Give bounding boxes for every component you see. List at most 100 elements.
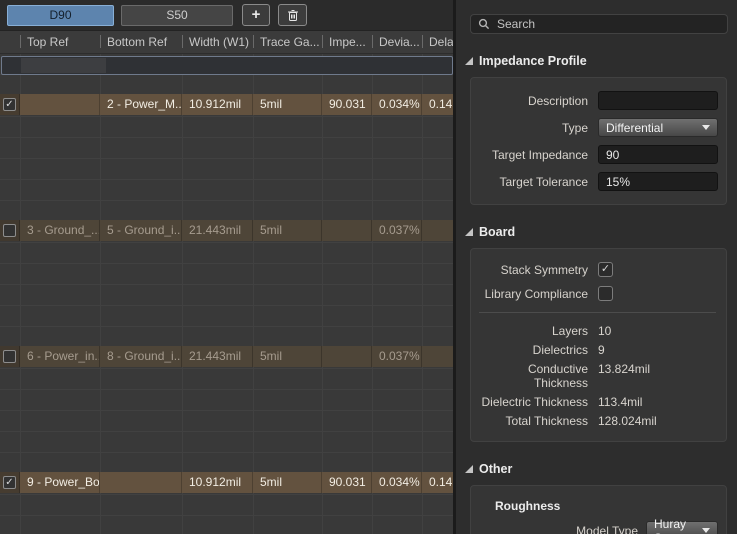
stack-symmetry-checkbox[interactable]: ✓ bbox=[598, 262, 613, 277]
header-deviation[interactable]: Devia... bbox=[372, 31, 422, 53]
target-impedance-label: Target Impedance bbox=[477, 148, 588, 162]
tab-d90[interactable]: D90 bbox=[7, 5, 114, 26]
dielectrics-value: 9 bbox=[598, 343, 718, 357]
column-divider bbox=[20, 54, 21, 534]
section-impedance-profile[interactable]: Impedance Profile bbox=[465, 54, 737, 68]
roughness-subheader: Roughness bbox=[477, 499, 718, 513]
other-group: Roughness Model Type Huray Sn Surface Ro… bbox=[470, 485, 727, 534]
cell-delay: 0.145 bbox=[422, 94, 455, 115]
cell-width: 21.443mil bbox=[182, 220, 253, 241]
row-checkbox[interactable] bbox=[3, 224, 16, 237]
divider bbox=[479, 312, 716, 313]
type-label: Type bbox=[477, 121, 588, 135]
cell-trace-gap: 5mil bbox=[253, 220, 322, 241]
library-compliance-checkbox[interactable] bbox=[598, 286, 613, 301]
header-delay[interactable]: Delay bbox=[422, 31, 455, 53]
type-dropdown[interactable]: Differential bbox=[598, 118, 718, 137]
table-row[interactable]: ✓ 9 - Power_Bot 10.912mil 5mil 90.031 0.… bbox=[0, 472, 455, 493]
filter-row-input[interactable] bbox=[1, 56, 453, 75]
conductive-thickness-label: Conductive Thickness bbox=[477, 362, 588, 390]
dielectric-thickness-value: 113.4mil bbox=[598, 395, 718, 409]
header-checkbox-col bbox=[0, 31, 20, 53]
cell-width: 10.912mil bbox=[182, 94, 253, 115]
row-checkbox[interactable]: ✓ bbox=[3, 476, 16, 489]
cell-delay: 0.145 bbox=[422, 472, 455, 493]
library-compliance-label: Library Compliance bbox=[477, 287, 588, 301]
search-box[interactable] bbox=[470, 14, 728, 34]
row-checkbox[interactable]: ✓ bbox=[3, 98, 16, 111]
section-title: Impedance Profile bbox=[479, 54, 587, 68]
search-icon bbox=[478, 18, 490, 30]
description-field[interactable] bbox=[598, 91, 718, 110]
cell-deviation: 0.037% bbox=[372, 220, 422, 241]
model-type-value: Huray Sn bbox=[654, 517, 702, 534]
table-body: ✓ 2 - Power_M... 10.912mil 5mil 90.031 0… bbox=[0, 54, 455, 534]
impedance-table-panel: D90 S50 + Top Ref Bottom Ref bbox=[0, 0, 455, 534]
column-divider bbox=[182, 54, 183, 534]
description-label: Description bbox=[477, 94, 588, 108]
table-row[interactable]: ✓ 2 - Power_M... 10.912mil 5mil 90.031 0… bbox=[0, 94, 455, 115]
table-row[interactable]: 3 - Ground_... 5 - Ground_i... 21.443mil… bbox=[0, 220, 455, 241]
section-other[interactable]: Other bbox=[465, 462, 737, 476]
cell-bottom-ref bbox=[100, 472, 182, 493]
column-divider bbox=[372, 54, 373, 534]
filter-top-ref-cell[interactable] bbox=[21, 58, 106, 73]
section-board[interactable]: Board bbox=[465, 225, 737, 239]
header-bottom-ref[interactable]: Bottom Ref bbox=[100, 31, 182, 53]
table-header-row: Top Ref Bottom Ref Width (W1) Trace Ga..… bbox=[0, 31, 455, 54]
model-type-label: Model Type bbox=[477, 524, 638, 534]
cell-impedance bbox=[322, 220, 372, 241]
cell-trace-gap: 5mil bbox=[253, 472, 322, 493]
chevron-down-icon bbox=[702, 125, 710, 130]
column-divider bbox=[100, 54, 101, 534]
cell-impedance: 90.031 bbox=[322, 472, 372, 493]
collapse-triangle-icon bbox=[465, 228, 473, 236]
section-title: Board bbox=[479, 225, 515, 239]
cell-bottom-ref: 8 - Ground_i... bbox=[100, 346, 182, 367]
profile-tabs-bar: D90 S50 + bbox=[0, 0, 455, 31]
row-checkbox[interactable] bbox=[3, 350, 16, 363]
cell-deviation: 0.037% bbox=[372, 346, 422, 367]
section-title: Other bbox=[479, 462, 512, 476]
table-row[interactable]: 6 - Power_in... 8 - Ground_i... 21.443mi… bbox=[0, 346, 455, 367]
target-tolerance-label: Target Tolerance bbox=[477, 175, 588, 189]
collapse-triangle-icon bbox=[465, 57, 473, 65]
header-width[interactable]: Width (W1) bbox=[182, 31, 253, 53]
add-profile-button[interactable]: + bbox=[242, 4, 270, 26]
cell-top-ref bbox=[20, 94, 100, 115]
cell-delay bbox=[422, 346, 455, 367]
dielectric-thickness-label: Dielectric Thickness bbox=[477, 395, 588, 409]
total-thickness-label: Total Thickness bbox=[477, 414, 588, 428]
dielectrics-label: Dielectrics bbox=[477, 343, 588, 357]
cell-deviation: 0.034% bbox=[372, 472, 422, 493]
layers-value: 10 bbox=[598, 324, 718, 338]
column-divider bbox=[322, 54, 323, 534]
target-impedance-field[interactable] bbox=[598, 145, 718, 164]
header-trace-gap[interactable]: Trace Ga... bbox=[253, 31, 322, 53]
model-type-dropdown[interactable]: Huray Sn bbox=[646, 521, 718, 534]
search-input[interactable] bbox=[497, 17, 720, 31]
cell-trace-gap: 5mil bbox=[253, 346, 322, 367]
target-tolerance-field[interactable] bbox=[598, 172, 718, 191]
board-group: Stack Symmetry ✓ Library Compliance Laye… bbox=[470, 248, 727, 442]
cell-top-ref: 9 - Power_Bot bbox=[20, 472, 100, 493]
column-divider bbox=[253, 54, 254, 534]
properties-panel: Impedance Profile Description Type Diffe… bbox=[453, 0, 737, 534]
trash-icon bbox=[287, 9, 299, 22]
cell-impedance: 90.031 bbox=[322, 94, 372, 115]
header-top-ref[interactable]: Top Ref bbox=[20, 31, 100, 53]
cell-trace-gap: 5mil bbox=[253, 94, 322, 115]
tab-s50[interactable]: S50 bbox=[121, 5, 233, 26]
cell-impedance bbox=[322, 346, 372, 367]
column-divider bbox=[422, 54, 423, 534]
cell-bottom-ref: 2 - Power_M... bbox=[100, 94, 182, 115]
stack-symmetry-label: Stack Symmetry bbox=[477, 263, 588, 277]
collapse-triangle-icon bbox=[465, 465, 473, 473]
cell-top-ref: 6 - Power_in... bbox=[20, 346, 100, 367]
header-impedance[interactable]: Impe... bbox=[322, 31, 372, 53]
delete-profile-button[interactable] bbox=[278, 4, 307, 26]
total-thickness-value: 128.024mil bbox=[598, 414, 718, 428]
layers-label: Layers bbox=[477, 324, 588, 338]
conductive-thickness-value: 13.824mil bbox=[598, 362, 718, 390]
impedance-profile-group: Description Type Differential Target Imp… bbox=[470, 77, 727, 205]
